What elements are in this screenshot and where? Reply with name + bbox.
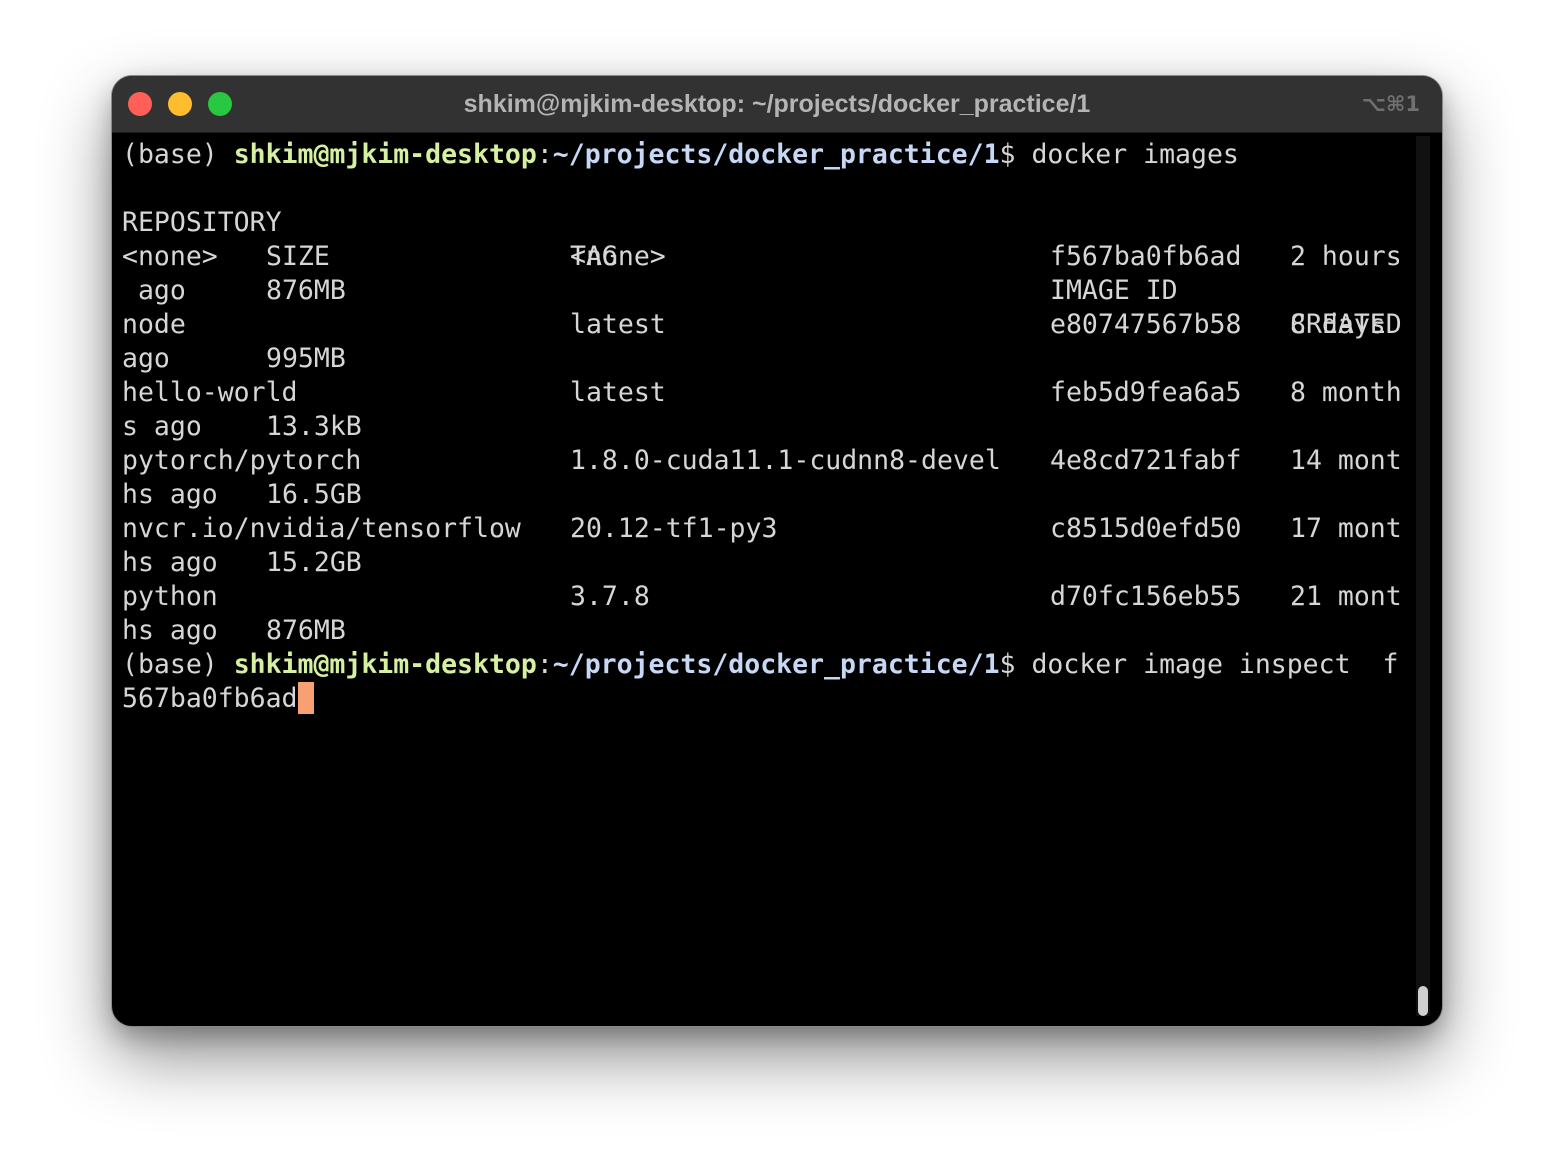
command-text: docker image inspect f [1031,649,1399,680]
table-row: nvcr.io/nvidia/tensorflow 20.12-tf1-py3 c8… [122,512,1412,546]
image-id-cell: feb5d9fea6a5 [1050,377,1242,408]
command-wrap-line: 567ba0fb6ad [122,682,1412,716]
table-row: hello-world latest feb5d9fea6a5 8 month [122,376,1412,410]
size-cell: 15.2GB [266,547,362,578]
table-row: <none> <none> f567ba0fb6ad 2 hours [122,240,1412,274]
size-cell: 16.5GB [266,479,362,510]
table-row-wrap: ago 876MB [122,274,1412,308]
table-row-wrap: ago 995MB [122,342,1412,376]
keyboard-shortcut-label: ⌥⌘1 [1361,92,1420,116]
command-text: docker images [1031,139,1239,170]
text-cursor [297,682,314,714]
created-cell-wrap: ago [122,343,170,374]
created-cell: 8 days [1290,309,1386,340]
table-header: REPOSITORY TAG IMAGE ID CREATED [122,172,1412,340]
created-cell: 14 mont [1290,445,1402,476]
table-row: node latest e80747567b58 8 days [122,308,1412,342]
window-title: shkim@mjkim-desktop: ~/projects/docker_p… [463,90,1091,118]
title-bar[interactable]: shkim@mjkim-desktop: ~/projects/docker_p… [112,76,1442,133]
prompt-line: (base) shkim@mjkim-desktop:~/projects/do… [122,648,1412,682]
working-directory: ~/projects/docker_practice/1 [552,139,1000,170]
created-cell-wrap: hs ago [122,615,218,646]
image-id-cell: d70fc156eb55 [1050,581,1242,612]
prompt-colon: : [536,649,553,680]
image-id-cell: c8515d0efd50 [1050,513,1242,544]
command-text-wrap: 567ba0fb6ad [122,683,298,714]
repository-cell: pytorch/pytorch [122,445,362,476]
prompt-dollar: $ [999,139,1032,170]
size-cell: 876MB [266,275,346,306]
user-host: shkim@mjkim-desktop [233,139,537,170]
created-cell: 2 hours [1290,241,1402,272]
scrollbar-thumb[interactable] [1418,986,1428,1016]
table-row: pytorch/pytorch 1.8.0-cuda11.1-cudnn8-dev… [122,444,1412,478]
image-id-cell: e80747567b58 [1050,309,1242,340]
tag-cell: 3.7.8 [570,581,650,612]
repository-cell: python [122,581,218,612]
image-id-cell: 4e8cd721fabf [1050,445,1242,476]
created-cell-wrap: hs ago [122,547,218,578]
tag-cell: <none> [570,241,666,272]
terminal-output[interactable]: (base) shkim@mjkim-desktop:~/projects/do… [122,138,1412,1018]
user-host: shkim@mjkim-desktop [233,649,537,680]
tag-cell: 1.8.0-cuda11.1-cudnn8-devel [570,445,1001,476]
conda-env: (base) [122,139,234,170]
table-row-wrap: hs ago 876MB [122,614,1412,648]
scrollbar-track[interactable] [1416,136,1430,1016]
prompt-colon: : [536,139,553,170]
image-id-cell: f567ba0fb6ad [1050,241,1242,272]
image-list: <none> <none> f567ba0fb6ad 2 hours ago 876MB… [122,240,1412,648]
table-header-wrap: SIZE [122,206,1412,272]
conda-env: (base) [122,649,234,680]
size-cell: 995MB [266,343,346,374]
table-row-wrap: hs ago 15.2GB [122,546,1412,580]
created-cell-wrap: s ago [122,411,202,442]
tag-cell: latest [570,309,666,340]
table-row: python 3.7.8 d70fc156eb55 21 mont [122,580,1412,614]
working-directory: ~/projects/docker_practice/1 [552,649,1000,680]
tag-cell: 20.12-tf1-py3 [570,513,778,544]
created-cell: 8 month [1290,377,1402,408]
created-cell: 17 mont [1290,513,1402,544]
size-cell: 13.3kB [266,411,362,442]
size-cell: 876MB [266,615,346,646]
table-row-wrap: s ago 13.3kB [122,410,1412,444]
prompt-dollar: $ [999,649,1032,680]
tag-cell: latest [570,377,666,408]
repository-cell: nvcr.io/nvidia/tensorflow [122,513,521,544]
created-cell: 21 mont [1290,581,1402,612]
created-cell-wrap: ago [122,275,186,306]
repository-cell: hello-world [122,377,298,408]
repository-cell: node [122,309,186,340]
created-cell-wrap: hs ago [122,479,218,510]
prompt-line: (base) shkim@mjkim-desktop:~/projects/do… [122,138,1412,172]
repository-cell: <none> [122,241,218,272]
table-row-wrap: hs ago 16.5GB [122,478,1412,512]
terminal-window: shkim@mjkim-desktop: ~/projects/docker_p… [112,76,1442,1026]
